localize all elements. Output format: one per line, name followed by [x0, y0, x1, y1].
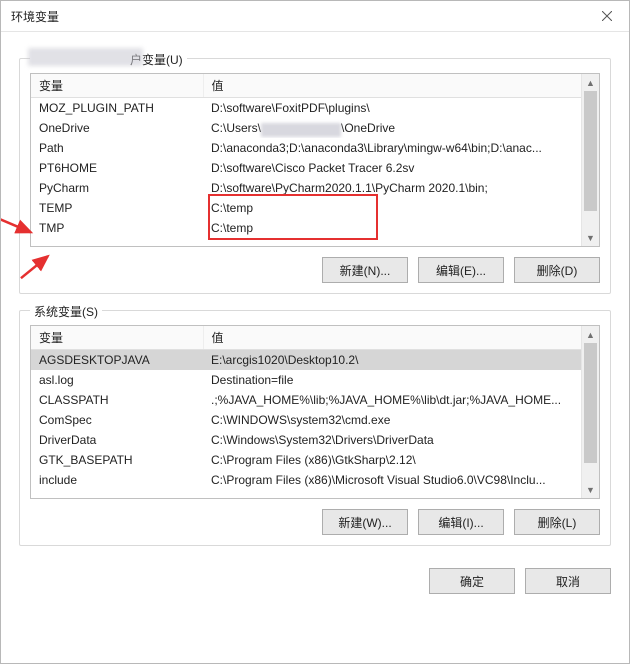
scroll-thumb[interactable] — [584, 91, 597, 211]
var-value: Destination=file — [203, 370, 582, 390]
var-value: C:\Program Files (x86)\Microsoft Visual … — [203, 470, 582, 490]
scroll-thumb[interactable] — [584, 343, 597, 463]
redaction-overlay — [261, 123, 341, 137]
var-name: asl.log — [31, 370, 203, 390]
user-vars-table: 变量 值 MOZ_PLUGIN_PATHD:\software\FoxitPDF… — [30, 73, 600, 247]
var-name: ComSpec — [31, 410, 203, 430]
var-value: C:\temp — [203, 198, 582, 218]
var-value: C:\WINDOWS\system32\cmd.exe — [203, 410, 582, 430]
table-row[interactable]: asl.logDestination=file — [31, 370, 582, 390]
table-row[interactable]: DriverDataC:\Windows\System32\Drivers\Dr… — [31, 430, 582, 450]
var-name: AGSDESKTOPJAVA — [31, 350, 203, 371]
var-name: OneDrive — [31, 118, 203, 138]
var-value: D:\anaconda3;D:\anaconda3\Library\mingw-… — [203, 138, 582, 158]
system-vars-scrollbar[interactable]: ▲ ▼ — [581, 326, 599, 498]
var-value: E:\arcgis1020\Desktop10.2\ — [203, 350, 582, 371]
user-new-button[interactable]: 新建(N)... — [322, 257, 408, 283]
user-col-value[interactable]: 值 — [203, 74, 582, 98]
user-del-button[interactable]: 删除(D) — [514, 257, 600, 283]
sys-col-variable[interactable]: 变量 — [31, 326, 203, 350]
scroll-down-icon[interactable]: ▼ — [582, 481, 599, 498]
sys-col-value[interactable]: 值 — [203, 326, 582, 350]
table-row[interactable]: PT6HOMED:\software\Cisco Packet Tracer 6… — [31, 158, 582, 178]
var-value: C:\Windows\System32\Drivers\DriverData — [203, 430, 582, 450]
var-value: D:\software\PyCharm2020.1.1\PyCharm 2020… — [203, 178, 582, 198]
sys-edit-button[interactable]: 编辑(I)... — [418, 509, 504, 535]
var-name: GTK_BASEPATH — [31, 450, 203, 470]
table-row[interactable]: OneDriveC:\Users\\OneDrive — [31, 118, 582, 138]
client-area: 户变量(U) 变量 值 MOZ_PLUGIN_PATHD:\software\F… — [1, 32, 629, 608]
window-title: 环境变量 — [11, 8, 59, 25]
system-vars-group: 系统变量(S) 变量 值 AGSDESKTOPJAVAE:\arcgis1020… — [19, 310, 611, 546]
var-value: D:\software\Cisco Packet Tracer 6.2sv — [203, 158, 582, 178]
var-value: D:\software\FoxitPDF\plugins\ — [203, 98, 582, 119]
var-name: Path — [31, 138, 203, 158]
table-row[interactable]: TMPC:\temp — [31, 218, 582, 238]
env-vars-dialog: 环境变量 户变量(U) 变量 值 — [0, 0, 630, 664]
table-row[interactable]: PathD:\anaconda3;D:\anaconda3\Library\mi… — [31, 138, 582, 158]
var-name: DriverData — [31, 430, 203, 450]
close-icon — [602, 11, 612, 21]
var-name: MOZ_PLUGIN_PATH — [31, 98, 203, 119]
table-row[interactable]: AGSDESKTOPJAVAE:\arcgis1020\Desktop10.2\ — [31, 350, 582, 371]
user-edit-button[interactable]: 编辑(E)... — [418, 257, 504, 283]
user-col-variable[interactable]: 变量 — [31, 74, 203, 98]
var-name: include — [31, 470, 203, 490]
redaction-overlay — [28, 48, 143, 66]
var-value: C:\Program Files (x86)\GtkSharp\2.12\ — [203, 450, 582, 470]
table-row[interactable]: CLASSPATH.;%JAVA_HOME%\lib;%JAVA_HOME%\l… — [31, 390, 582, 410]
sys-del-button[interactable]: 删除(L) — [514, 509, 600, 535]
system-vars-legend: 系统变量(S) — [30, 303, 102, 320]
scroll-up-icon[interactable]: ▲ — [582, 326, 599, 343]
var-name: CLASSPATH — [31, 390, 203, 410]
var-name: TEMP — [31, 198, 203, 218]
table-row[interactable]: GTK_BASEPATHC:\Program Files (x86)\GtkSh… — [31, 450, 582, 470]
table-row[interactable]: ComSpecC:\WINDOWS\system32\cmd.exe — [31, 410, 582, 430]
scroll-down-icon[interactable]: ▼ — [582, 229, 599, 246]
titlebar: 环境变量 — [1, 1, 629, 32]
var-name: PT6HOME — [31, 158, 203, 178]
user-vars-group: 户变量(U) 变量 值 MOZ_PLUGIN_PATHD:\software\F… — [19, 58, 611, 294]
close-button[interactable] — [584, 1, 629, 31]
table-row[interactable]: TEMPC:\temp — [31, 198, 582, 218]
var-value: C:\Users\\OneDrive — [203, 118, 582, 138]
var-name: PyCharm — [31, 178, 203, 198]
user-vars-buttons: 新建(N)... 编辑(E)... 删除(D) — [30, 257, 600, 283]
sys-new-button[interactable]: 新建(W)... — [322, 509, 408, 535]
ok-button[interactable]: 确定 — [429, 568, 515, 594]
var-value: .;%JAVA_HOME%\lib;%JAVA_HOME%\lib\dt.jar… — [203, 390, 582, 410]
table-row[interactable]: PyCharmD:\software\PyCharm2020.1.1\PyCha… — [31, 178, 582, 198]
table-row[interactable]: MOZ_PLUGIN_PATHD:\software\FoxitPDF\plug… — [31, 98, 582, 119]
cancel-button[interactable]: 取消 — [525, 568, 611, 594]
var-name: TMP — [31, 218, 203, 238]
var-value: C:\temp — [203, 218, 582, 238]
table-row[interactable]: includeC:\Program Files (x86)\Microsoft … — [31, 470, 582, 490]
system-vars-table: 变量 值 AGSDESKTOPJAVAE:\arcgis1020\Desktop… — [30, 325, 600, 499]
system-vars-buttons: 新建(W)... 编辑(I)... 删除(L) — [30, 509, 600, 535]
dialog-footer: 确定 取消 — [19, 568, 611, 594]
scroll-up-icon[interactable]: ▲ — [582, 74, 599, 91]
user-vars-scrollbar[interactable]: ▲ ▼ — [581, 74, 599, 246]
